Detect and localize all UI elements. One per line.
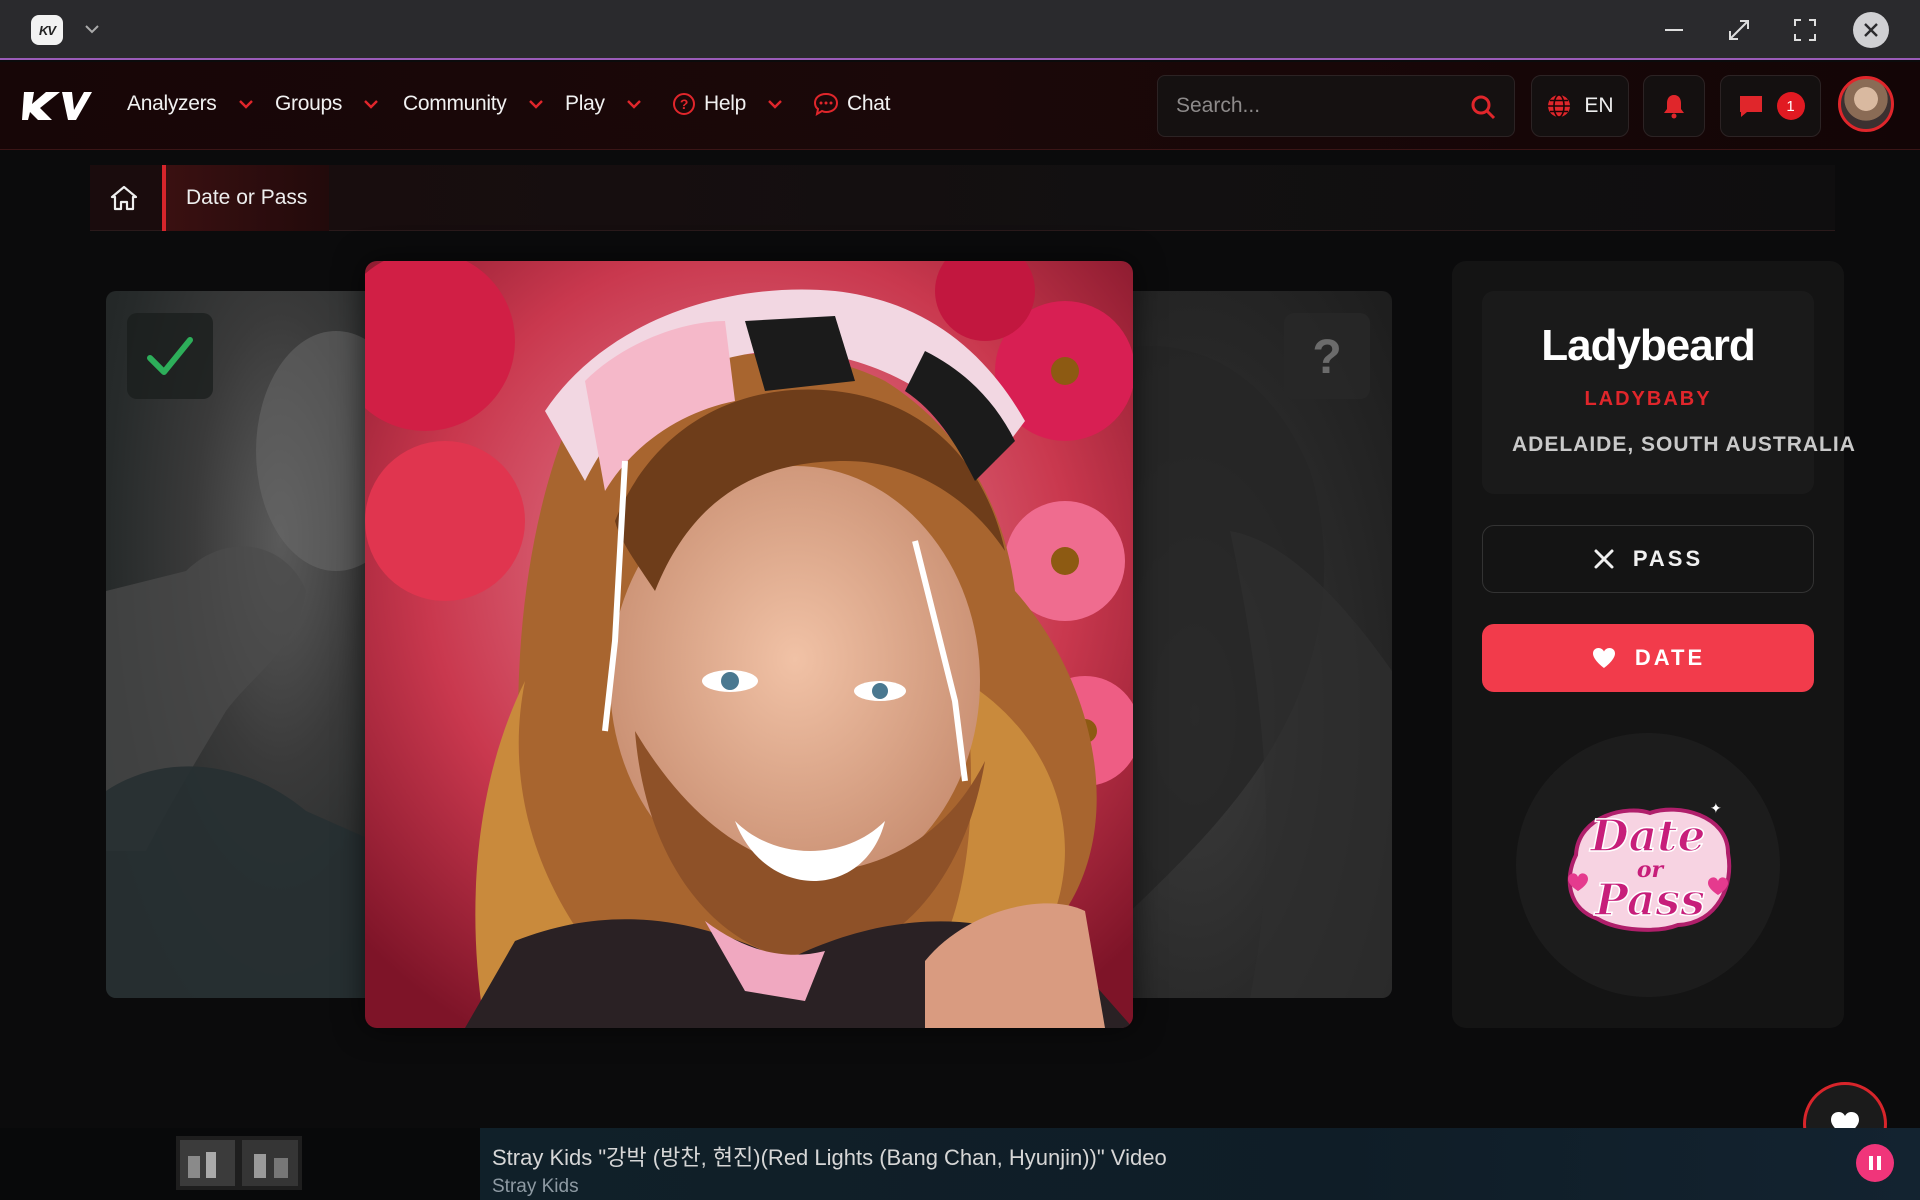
date-button-label: DATE <box>1634 645 1706 670</box>
liked-indicator <box>127 313 213 399</box>
window-titlebar: KV <box>0 0 1920 60</box>
close-window-button[interactable] <box>1853 12 1889 48</box>
notifications-button[interactable] <box>1643 75 1705 137</box>
close-icon <box>1594 549 1614 569</box>
nav-play[interactable]: Play <box>565 92 641 116</box>
profile-info-card: Ladybeard LADYBABY ADELAIDE, SOUTH AUSTR… <box>1482 291 1855 494</box>
date-or-pass-logo-graphic: Date or Pass ✦ <box>1567 801 1732 932</box>
song-artist: Stray Kids <box>492 1176 579 1197</box>
logo-word-date: Date <box>1589 811 1706 862</box>
minimize-button[interactable] <box>1656 12 1692 48</box>
svg-text:✦: ✦ <box>1710 801 1722 817</box>
breadcrumb: Date or Pass <box>90 165 1835 231</box>
nav-community-label: Community <box>403 92 507 115</box>
chevron-down-icon <box>768 100 782 109</box>
nav-groups-label: Groups <box>275 92 343 115</box>
question-mark-icon: ? <box>1312 331 1341 381</box>
song-title: Stray Kids "강박 (방찬, 현진)(Red Lights (Bang… <box>492 1145 1167 1170</box>
search-icon[interactable] <box>1470 94 1496 120</box>
nav-community[interactable]: Community <box>403 92 543 116</box>
profile-group[interactable]: LADYBABY <box>1482 388 1814 411</box>
previous-card <box>106 291 396 998</box>
video-thumbnail-image <box>176 1136 302 1190</box>
pause-button[interactable] <box>1856 1144 1894 1182</box>
main-navbar: Analyzers Groups Community Play ? Help C… <box>0 62 1920 150</box>
bell-icon <box>1664 95 1684 119</box>
globe-icon <box>1548 94 1571 118</box>
pause-icon <box>1869 1156 1881 1170</box>
profile-photo[interactable] <box>365 261 1133 1028</box>
profile-photo-image <box>365 261 1133 1028</box>
chevron-down-icon <box>364 100 378 109</box>
check-icon <box>147 337 193 375</box>
minimize-icon <box>1665 29 1683 31</box>
search-input[interactable] <box>1176 94 1466 118</box>
chevron-down-icon[interactable] <box>82 19 102 39</box>
nav-help[interactable]: ? Help <box>672 92 782 116</box>
nav-analyzers-label: Analyzers <box>127 92 217 115</box>
nav-groups[interactable]: Groups <box>275 92 378 116</box>
music-player-bar: Stray Kids "강박 (방찬, 현진)(Red Lights (Bang… <box>0 1128 1920 1200</box>
fullscreen-icon <box>1794 19 1816 41</box>
chat-bubble-icon <box>813 92 839 116</box>
video-thumbnail[interactable] <box>176 1136 302 1190</box>
fullscreen-button[interactable] <box>1787 12 1823 48</box>
home-icon[interactable] <box>110 185 138 211</box>
user-avatar[interactable] <box>1838 76 1894 132</box>
now-playing-info[interactable]: Stray Kids "강박 (방찬, 현진)(Red Lights (Bang… <box>480 1128 1920 1200</box>
kv-logo-icon[interactable] <box>22 90 92 122</box>
expand-arrows-icon <box>1729 20 1749 40</box>
profile-location-label: ADELAIDE, SOUTH AUSTRALIA <box>1512 433 1856 456</box>
profile-location: ADELAIDE, SOUTH AUSTRALIA <box>1500 433 1855 457</box>
app-logo-icon[interactable]: KV <box>31 15 63 45</box>
language-selector[interactable]: EN <box>1531 75 1629 137</box>
pass-button[interactable]: PASS <box>1482 525 1814 593</box>
svg-text:?: ? <box>680 96 688 112</box>
heart-icon <box>1592 648 1615 668</box>
svg-text:?: ? <box>1312 331 1341 381</box>
logo-word-pass: Pass <box>1593 875 1705 926</box>
chevron-down-icon <box>626 100 641 109</box>
pass-button-label: PASS <box>1632 546 1704 571</box>
nav-chat[interactable]: Chat <box>813 92 890 116</box>
unknown-indicator: ? <box>1284 313 1370 399</box>
search-box <box>1157 75 1515 137</box>
nav-play-label: Play <box>565 92 605 115</box>
chevron-down-icon <box>238 100 253 109</box>
next-card: ? <box>1110 291 1392 998</box>
nav-analyzers[interactable]: Analyzers <box>127 92 253 116</box>
nav-help-label: Help <box>704 92 746 115</box>
messages-button[interactable]: 1 <box>1720 75 1821 137</box>
close-icon <box>1864 23 1878 37</box>
language-label: EN <box>1584 94 1614 117</box>
date-or-pass-logo: Date or Pass ✦ <box>1516 733 1780 997</box>
message-icon <box>1739 96 1762 117</box>
profile-panel: Ladybeard LADYBABY ADELAIDE, SOUTH AUSTR… <box>1452 261 1855 1028</box>
resize-button[interactable] <box>1721 12 1757 48</box>
message-count-badge: 1 <box>1776 92 1805 120</box>
date-button[interactable]: DATE <box>1482 624 1814 692</box>
nav-chat-label: Chat <box>847 92 891 115</box>
help-circle-icon: ? <box>673 93 695 115</box>
breadcrumb-current[interactable]: Date or Pass <box>162 165 330 231</box>
chevron-down-icon <box>528 100 543 109</box>
profile-name: Ladybeard <box>1541 321 1756 370</box>
